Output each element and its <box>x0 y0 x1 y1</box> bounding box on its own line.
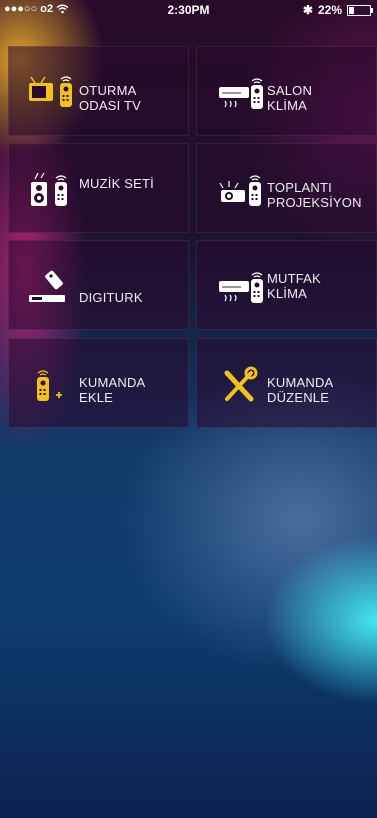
tile-label-line1: KUMANDA <box>79 375 146 390</box>
battery-percent: 22% <box>317 3 342 17</box>
tile-label-line1: KUMANDA <box>267 375 334 390</box>
tile-toplanti-projeksiyon[interactable]: TOPLANTI PROJEKSİYON <box>196 143 377 233</box>
tile-label: SALON KLİMA <box>267 83 312 113</box>
tile-muzik-seti[interactable]: MUZİK SETİ <box>8 143 189 233</box>
tile-salon-klima[interactable]: SALON KLİMA <box>196 46 377 136</box>
tile-label-line1: TOPLANTI <box>267 180 332 195</box>
tile-label: MUTFAK KLİMA <box>267 271 321 301</box>
battery-status: ✱ 22% <box>302 3 373 17</box>
tile-label-line1: MUTFAK <box>267 271 321 286</box>
tile-label-line2: DÜZENLE <box>267 390 330 405</box>
tile-label-line2: PROJEKSİYON <box>267 195 362 210</box>
tile-label: OTURMA ODASI TV <box>79 83 141 113</box>
tile-kumanda-ekle[interactable]: KUMANDA EKLE <box>8 338 189 428</box>
tile-label-line1: SALON <box>267 83 313 98</box>
bluetooth-icon: ✱ <box>302 3 313 17</box>
tile-label-line2: KLİMA <box>267 98 308 113</box>
tile-label: KUMANDA EKLE <box>79 375 145 405</box>
tile-label: TOPLANTI PROJEKSİYON <box>267 180 362 210</box>
tile-kumanda-duzenle[interactable]: KUMANDA DÜZENLE <box>196 338 377 428</box>
air-conditioner-remote-icon <box>219 78 263 109</box>
add-remote-icon <box>37 370 62 401</box>
tile-label-line2: EKLE <box>79 390 114 405</box>
projector-remote-icon <box>219 175 261 206</box>
tile-digiturk[interactable]: DIGITURK <box>8 240 189 330</box>
tile-oturma-odasi-tv[interactable]: OTURMA ODASI TV <box>8 46 189 136</box>
air-conditioner-remote-icon <box>219 272 263 303</box>
tile-label: KUMANDA DÜZENLE <box>267 375 333 405</box>
tile-label-line2: KLİMA <box>267 286 308 301</box>
tile-label-line1: DIGITURK <box>79 290 143 305</box>
satellite-receiver-remote-icon <box>29 270 65 302</box>
wrench-screwdriver-icon <box>224 366 258 402</box>
tile-label: DIGITURK <box>79 290 143 305</box>
battery-icon <box>347 4 373 16</box>
tile-label-line2: ODASI TV <box>79 98 142 113</box>
tile-label-line1: MUZİK SETİ <box>79 176 154 191</box>
tile-label: MUZİK SETİ <box>79 176 154 191</box>
speaker-remote-icon <box>31 172 67 206</box>
status-bar: ●●●○○ o2 2:30PM ✱ 22% <box>0 0 377 20</box>
tile-mutfak-klima[interactable]: MUTFAK KLİMA <box>196 240 377 330</box>
tile-label-line1: OTURMA <box>79 83 137 98</box>
tv-remote-icon <box>29 76 72 107</box>
